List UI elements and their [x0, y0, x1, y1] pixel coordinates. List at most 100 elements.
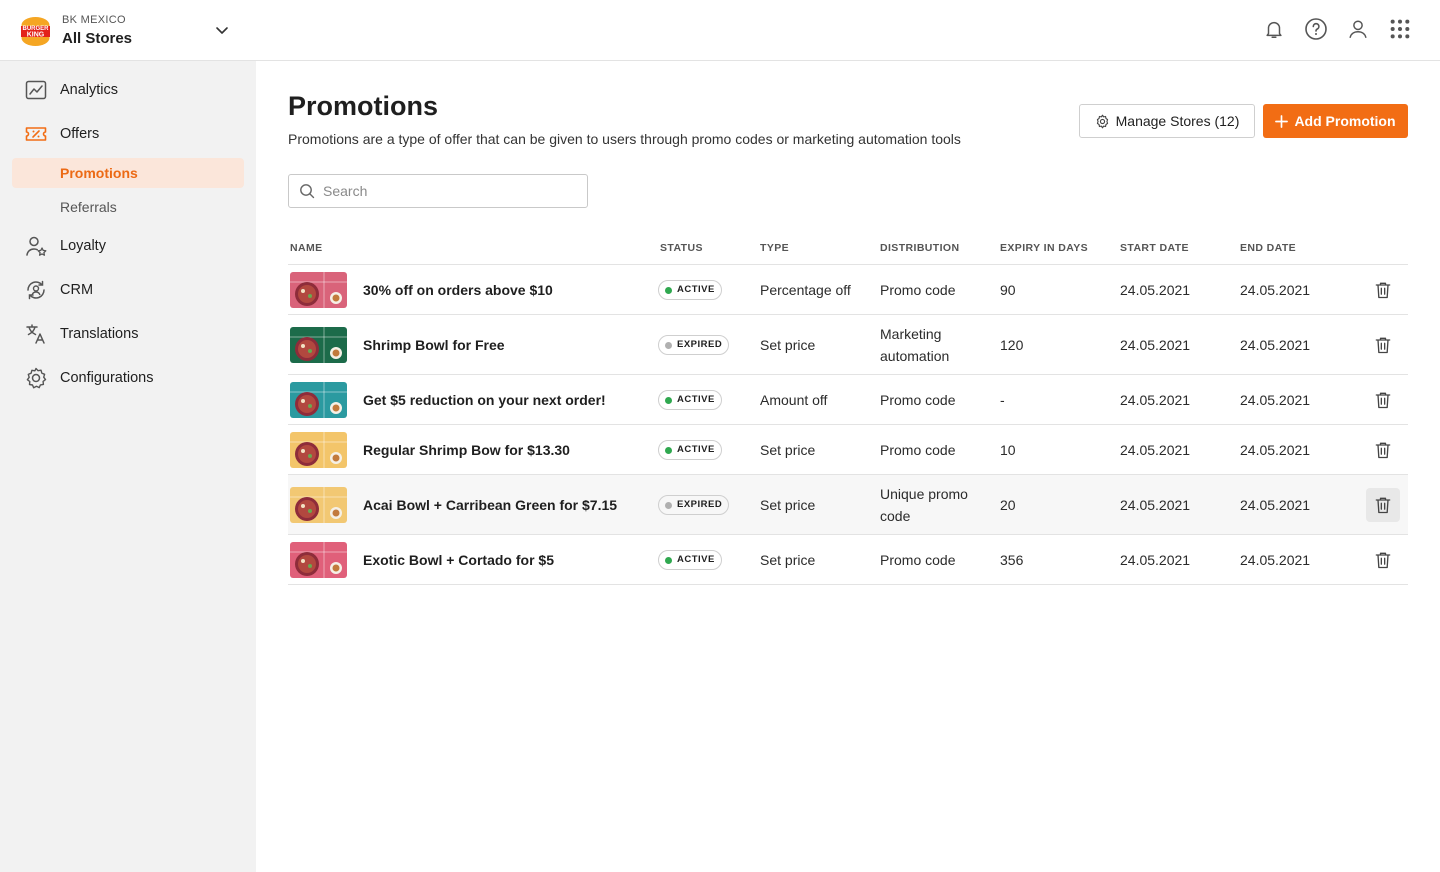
search-input[interactable]	[323, 183, 573, 199]
svg-text:KING: KING	[27, 32, 45, 39]
status-badge: EXPIRED	[658, 495, 730, 515]
status-label: EXPIRED	[677, 499, 723, 510]
sidebar-item-crm[interactable]: CRM	[24, 278, 93, 302]
promotion-name[interactable]: Regular Shrimp Bow for $13.30	[363, 439, 570, 461]
search-icon	[299, 183, 315, 199]
promotion-type: Set price	[760, 552, 816, 568]
table-row[interactable]: Shrimp Bowl for Free EXPIRED Set price Mark…	[288, 315, 1408, 375]
sidebar-item-label: Translations	[60, 326, 139, 342]
promotion-type: Set price	[760, 442, 816, 458]
sidebar-subitem-referrals[interactable]: Referrals	[12, 192, 244, 222]
store-name: All Stores	[62, 30, 133, 47]
sidebar-item-analytics[interactable]: Analytics	[24, 78, 118, 102]
sidebar-item-configurations[interactable]: Configurations	[24, 366, 154, 390]
status-badge: ACTIVE	[658, 390, 722, 410]
loyalty-icon	[24, 234, 48, 258]
sidebar-item-label: CRM	[60, 282, 94, 298]
end-date: 24.05.2021	[1240, 282, 1311, 298]
search-field[interactable]	[288, 174, 588, 208]
promotion-name[interactable]: Shrimp Bowl for Free	[363, 334, 505, 356]
analytics-icon	[24, 78, 48, 102]
page-description: Promotions are a type of offer that can …	[288, 131, 961, 147]
end-date: 24.05.2021	[1240, 337, 1311, 353]
status-dot	[665, 502, 672, 509]
status-dot	[665, 447, 672, 454]
offers-icon	[24, 122, 48, 146]
table-row[interactable]: Regular Shrimp Bow for $13.30 ACTIVE Set p…	[288, 425, 1408, 475]
status-badge: EXPIRED	[658, 335, 730, 355]
sidebar-item-label: Offers	[60, 126, 100, 142]
chevron-down-icon[interactable]	[214, 22, 230, 38]
delete-button[interactable]	[1366, 328, 1400, 362]
expiry-days: 356	[1000, 552, 1024, 568]
start-date: 24.05.2021	[1120, 337, 1191, 353]
status-dot	[665, 342, 672, 349]
status-badge: ACTIVE	[658, 550, 722, 570]
sidebar-subitem-promotions[interactable]: Promotions	[12, 158, 244, 188]
delete-button[interactable]	[1366, 433, 1400, 467]
status-dot	[665, 557, 672, 564]
sidebar-item-loyalty[interactable]: Loyalty	[24, 234, 106, 258]
start-date: 24.05.2021	[1120, 552, 1191, 568]
delete-button[interactable]	[1366, 488, 1400, 522]
help-icon[interactable]	[1304, 17, 1328, 41]
column-header-name[interactable]: NAME	[290, 242, 323, 254]
promotion-distribution: Promo code	[880, 442, 956, 458]
column-header-end-date[interactable]: END DATE	[1240, 242, 1296, 254]
promotion-type: Set price	[760, 497, 816, 513]
status-badge: ACTIVE	[658, 440, 722, 460]
expiry-days: 120	[1000, 337, 1024, 353]
store-switcher[interactable]: BURGER KING BK MEXICO All Stores	[20, 14, 132, 49]
delete-button[interactable]	[1366, 543, 1400, 577]
apps-grid-icon[interactable]	[1388, 17, 1412, 41]
promotion-distribution: Promo code	[880, 552, 956, 568]
column-header-status[interactable]: STATUS	[660, 242, 703, 254]
table-row[interactable]: Get $5 reduction on your next order! ACTI…	[288, 375, 1408, 425]
promotion-name[interactable]: Get $5 reduction on your next order!	[363, 389, 606, 411]
sidebar-item-label: Analytics	[60, 82, 119, 98]
status-label: ACTIVE	[677, 444, 715, 455]
manage-stores-button[interactable]: Manage Stores (12)	[1079, 104, 1255, 138]
delete-button[interactable]	[1366, 383, 1400, 417]
add-promotion-button[interactable]: Add Promotion	[1263, 104, 1408, 138]
promotion-thumbnail	[290, 382, 347, 418]
manage-stores-label: Manage Stores (12)	[1115, 113, 1240, 129]
column-header-start-date[interactable]: START DATE	[1120, 242, 1189, 254]
promotion-name[interactable]: 30% off on orders above $10	[363, 279, 553, 301]
org-name: BK MEXICO	[62, 14, 126, 26]
table-row[interactable]: Exotic Bowl + Cortado for $5 ACTIVE Set pr…	[288, 535, 1408, 585]
table-row[interactable]: 30% off on orders above $10 ACTIVE Percent…	[288, 265, 1408, 315]
plus-icon	[1275, 114, 1289, 128]
sidebar-item-offers[interactable]: Offers	[24, 122, 99, 146]
table-row[interactable]: Acai Bowl + Carribean Green for $7.15 EXP…	[288, 475, 1408, 535]
promotion-distribution: Marketing automation	[880, 326, 950, 364]
status-dot	[665, 397, 672, 404]
sidebar-item-label: Loyalty	[60, 238, 106, 254]
page-title: Promotions	[288, 91, 439, 121]
promotion-type: Amount off	[760, 392, 828, 408]
promotion-distribution: Promo code	[880, 282, 956, 298]
sidebar-item-translations[interactable]: Translations	[24, 322, 138, 346]
delete-button[interactable]	[1366, 273, 1400, 307]
promotion-name[interactable]: Acai Bowl + Carribean Green for $7.15	[363, 494, 617, 516]
start-date: 24.05.2021	[1120, 282, 1191, 298]
promotions-table: NAME STATUS TYPE DISTRIBUTION EXPIRY IN …	[288, 231, 1408, 585]
promotion-thumbnail	[290, 327, 347, 363]
column-header-type[interactable]: TYPE	[760, 242, 789, 254]
promotion-type: Set price	[760, 337, 816, 353]
end-date: 24.05.2021	[1240, 442, 1311, 458]
expiry-days: 90	[1000, 282, 1016, 298]
configurations-icon	[24, 366, 48, 390]
column-header-expiry[interactable]: EXPIRY IN DAYS	[1000, 242, 1088, 254]
table-header: NAME STATUS TYPE DISTRIBUTION EXPIRY IN …	[288, 231, 1408, 265]
start-date: 24.05.2021	[1120, 442, 1191, 458]
column-header-distribution[interactable]: DISTRIBUTION	[880, 242, 959, 254]
promotion-name[interactable]: Exotic Bowl + Cortado for $5	[363, 549, 554, 571]
expiry-days: 20	[1000, 497, 1016, 513]
promotion-thumbnail	[290, 432, 347, 468]
user-icon[interactable]	[1346, 17, 1370, 41]
start-date: 24.05.2021	[1120, 392, 1191, 408]
promotion-thumbnail	[290, 542, 347, 578]
bell-icon[interactable]	[1262, 17, 1286, 41]
trash-icon	[1373, 495, 1393, 515]
